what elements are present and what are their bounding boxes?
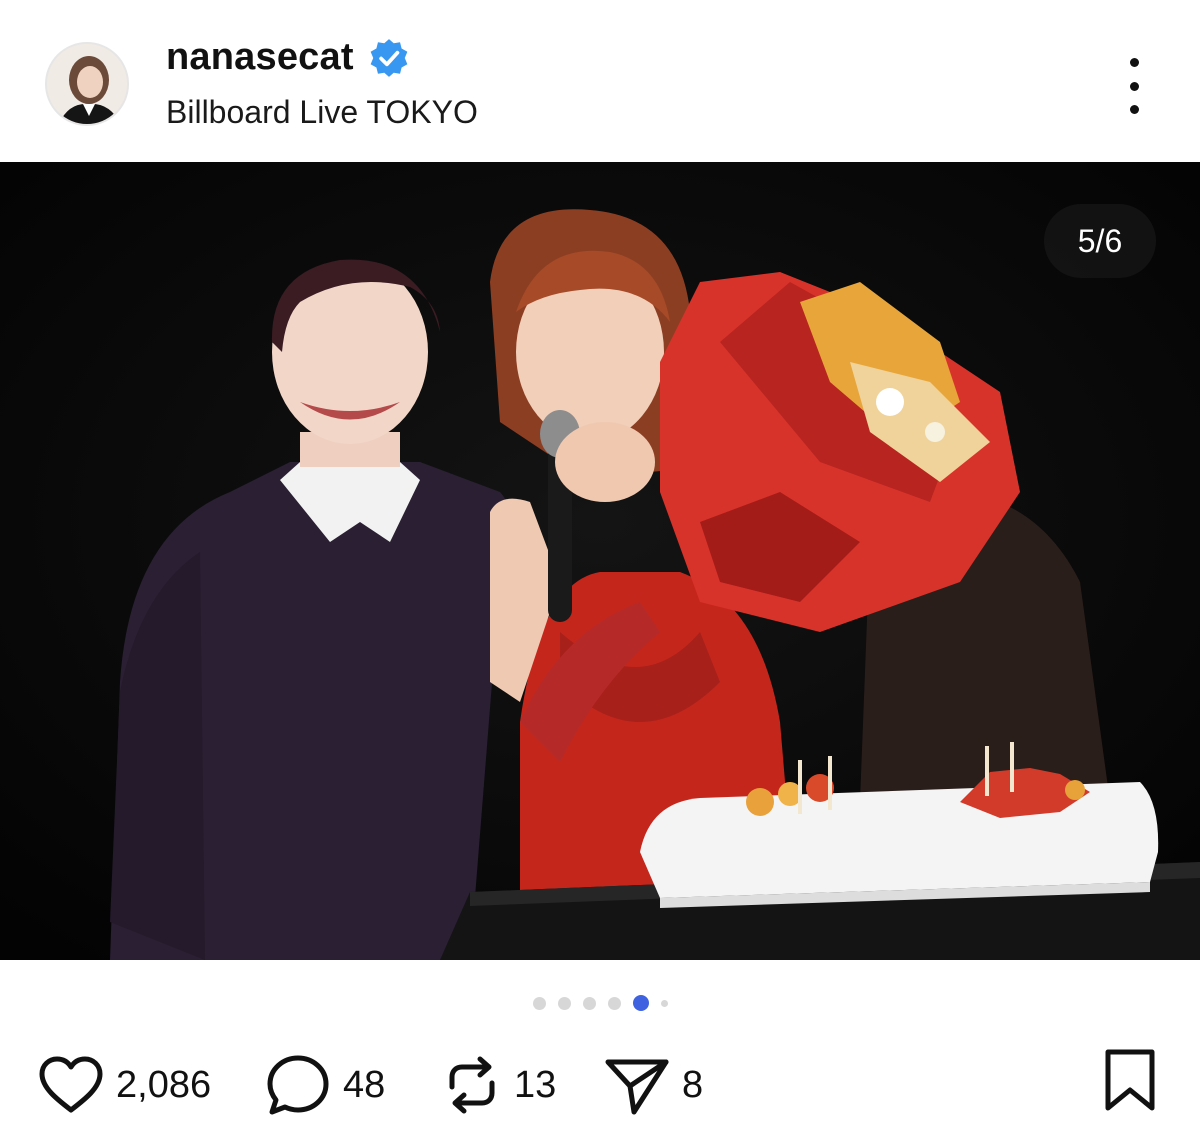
verified-badge-icon: [370, 38, 408, 77]
comment-button[interactable]: 48: [265, 1040, 385, 1130]
username[interactable]: nanasecat: [166, 36, 354, 79]
carousel-dot[interactable]: [607, 996, 621, 1010]
more-dot-icon: [1129, 105, 1139, 114]
like-button[interactable]: 2,086: [38, 1040, 211, 1130]
send-icon: [605, 1059, 669, 1115]
photo-illustration: [0, 162, 1200, 960]
image-counter: 5/6: [1044, 204, 1156, 278]
post-location[interactable]: Billboard Live TOKYO: [166, 94, 478, 131]
carousel-dot[interactable]: [532, 996, 546, 1010]
more-options-button[interactable]: [1112, 58, 1156, 114]
like-count: 2,086: [116, 1063, 212, 1106]
heart-icon: [39, 1056, 103, 1113]
more-dot-icon: [1129, 58, 1139, 67]
carousel-dot[interactable]: [582, 996, 596, 1010]
carousel-dot[interactable]: [660, 999, 668, 1007]
carousel-dot[interactable]: [557, 996, 571, 1010]
repost-icon: [449, 1056, 495, 1114]
carousel-indicator: [0, 995, 1200, 1011]
carousel-dot-active[interactable]: [632, 995, 649, 1011]
save-button[interactable]: [1100, 1048, 1160, 1117]
bookmark-icon: [1105, 1049, 1155, 1111]
share-count: 8: [682, 1063, 704, 1106]
comment-bubble-icon: [267, 1055, 329, 1115]
share-button[interactable]: 8: [604, 1040, 703, 1130]
repost-button[interactable]: 13: [442, 1040, 556, 1130]
more-dot-icon: [1129, 81, 1139, 91]
action-bar: 2,086 48 13 8: [0, 1040, 1200, 1130]
avatar-image: [47, 44, 127, 124]
username-row: nanasecat: [166, 36, 410, 79]
comment-count: 48: [343, 1063, 386, 1106]
post-photo[interactable]: 5/6: [0, 162, 1200, 960]
post-header: nanasecat Billboard Live TOKYO: [0, 0, 1200, 160]
avatar[interactable]: [45, 42, 129, 126]
repost-count: 13: [514, 1063, 557, 1106]
